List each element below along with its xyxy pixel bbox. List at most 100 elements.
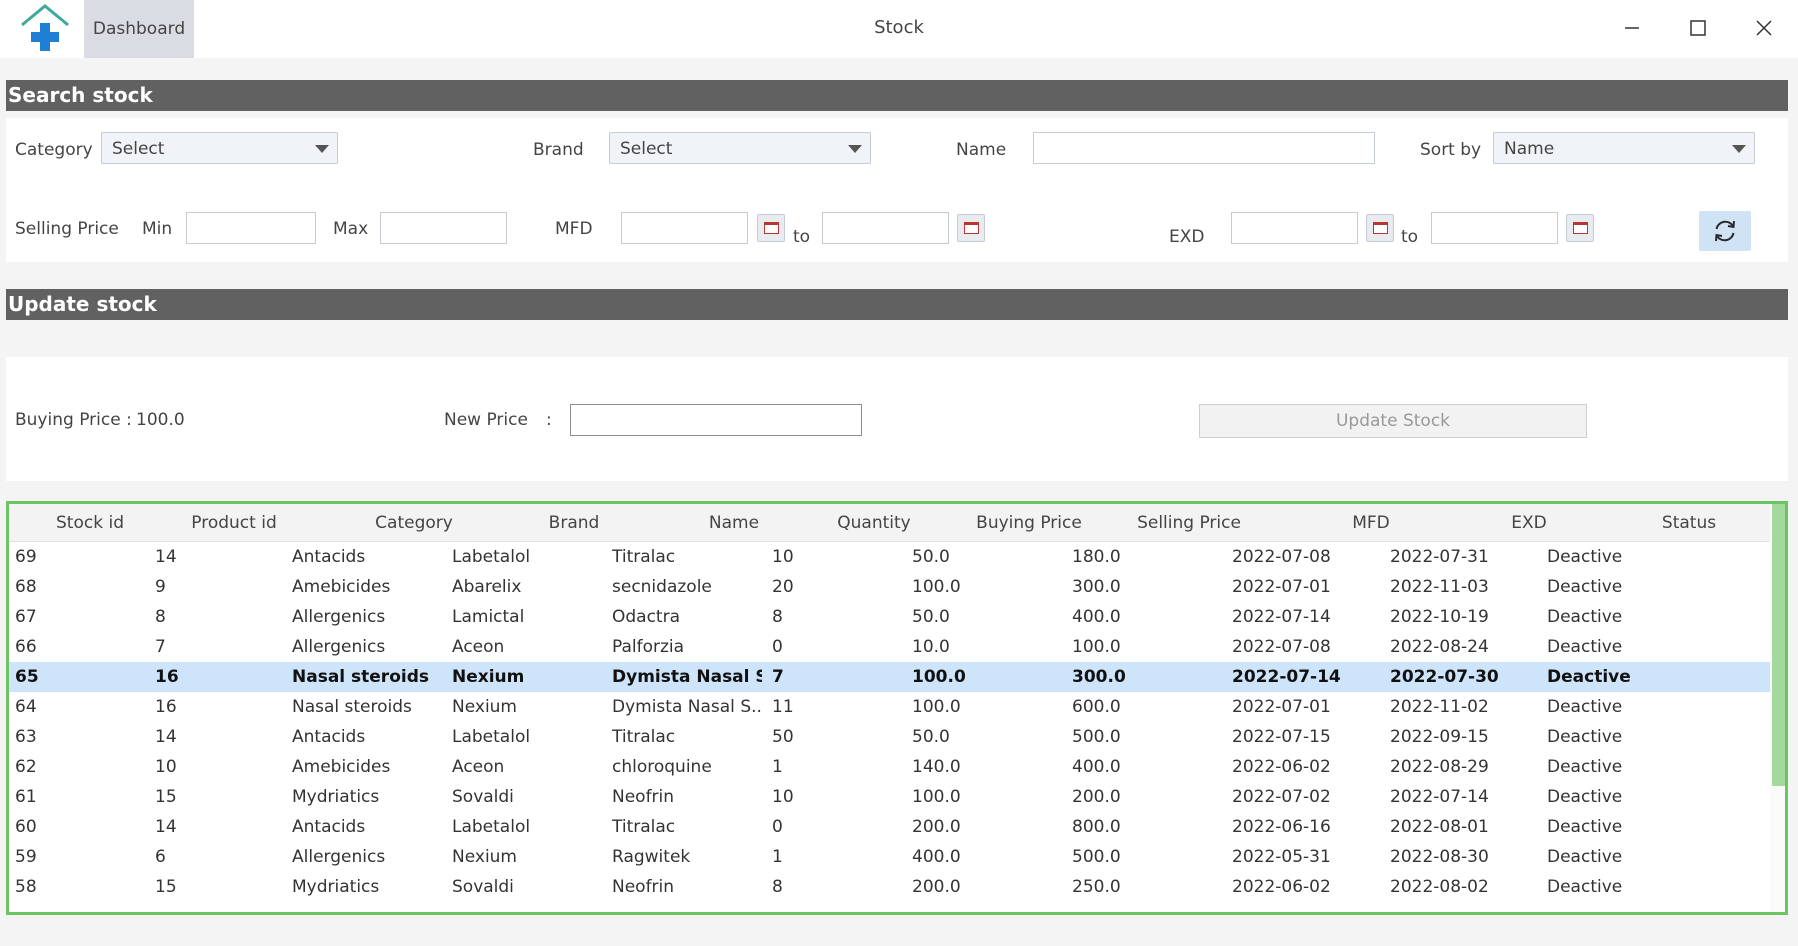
maximize-icon[interactable] bbox=[1680, 12, 1716, 44]
cell-status: Deactive bbox=[1547, 547, 1623, 567]
cell-product-id: 16 bbox=[155, 697, 177, 717]
table-row[interactable]: 64 16 Nasal steroids Nexium Dymista Nasal S.… bbox=[9, 692, 1770, 722]
max-label: Max bbox=[333, 219, 369, 239]
refresh-button[interactable] bbox=[1699, 211, 1751, 251]
dashboard-button[interactable]: Dashboard bbox=[84, 0, 194, 58]
column-header-category[interactable]: Category bbox=[334, 513, 494, 533]
cell-name: Palforzia bbox=[612, 637, 685, 657]
new-price-input[interactable] bbox=[570, 404, 862, 436]
cell-stock-id: 61 bbox=[15, 787, 37, 807]
cell-mfd: 2022-07-15 bbox=[1232, 727, 1331, 747]
cell-name: Ragwitek bbox=[612, 847, 691, 867]
cell-buying-price: 50.0 bbox=[912, 727, 950, 747]
column-header-stock-id[interactable]: Stock id bbox=[10, 513, 170, 533]
table-row[interactable]: 59 6 Allergenics Nexium Ragwitek 1 400.0 500.0 2… bbox=[9, 842, 1770, 872]
scrollbar-thumb[interactable] bbox=[1772, 504, 1785, 786]
search-panel: Category Select Brand Select Name Sort b… bbox=[6, 118, 1788, 262]
mfd-to-label: to bbox=[793, 227, 811, 247]
exd-from-input[interactable] bbox=[1231, 212, 1358, 244]
column-header-quantity[interactable]: Quantity bbox=[794, 513, 954, 533]
cell-quantity: 0 bbox=[772, 637, 783, 657]
table-row[interactable]: 66 7 Allergenics Aceon Palforzia 0 10.0 100.0 20… bbox=[9, 632, 1770, 662]
cell-product-id: 15 bbox=[155, 877, 177, 897]
column-header-buying-price[interactable]: Buying Price bbox=[949, 513, 1109, 533]
minimize-icon[interactable] bbox=[1614, 12, 1650, 44]
cell-selling-price: 500.0 bbox=[1072, 727, 1121, 747]
cell-product-id: 10 bbox=[155, 757, 177, 777]
cell-brand: Labetalol bbox=[452, 547, 531, 567]
brand-select[interactable]: Select bbox=[609, 132, 871, 164]
cell-category: Allergenics bbox=[292, 637, 386, 657]
calendar-icon bbox=[964, 222, 979, 234]
cell-selling-price: 200.0 bbox=[1072, 787, 1121, 807]
cell-status: Deactive bbox=[1547, 607, 1623, 627]
cell-brand: Lamictal bbox=[452, 607, 525, 627]
cell-mfd: 2022-06-02 bbox=[1232, 757, 1331, 777]
update-stock-button[interactable]: Update Stock bbox=[1199, 404, 1587, 438]
cell-buying-price: 100.0 bbox=[912, 787, 961, 807]
min-price-input[interactable] bbox=[186, 212, 316, 244]
cell-category: Nasal steroids bbox=[292, 697, 412, 717]
cell-mfd: 2022-07-14 bbox=[1232, 667, 1341, 687]
table-scrollbar[interactable] bbox=[1770, 504, 1785, 912]
column-header-brand[interactable]: Brand bbox=[494, 513, 654, 533]
table-row[interactable]: 68 9 Amebicides Abarelix secnidazole 20 100.0 3… bbox=[9, 572, 1770, 602]
new-price-colon: : bbox=[546, 410, 552, 430]
column-header-product-id[interactable]: Product id bbox=[154, 513, 314, 533]
column-header-name[interactable]: Name bbox=[654, 513, 814, 533]
calendar-icon bbox=[1573, 222, 1588, 234]
cell-status: Deactive bbox=[1547, 667, 1631, 687]
cell-name: Dymista Nasal S... bbox=[612, 697, 762, 717]
cell-quantity: 10 bbox=[772, 547, 794, 567]
close-icon[interactable] bbox=[1746, 12, 1782, 44]
exd-to-input[interactable] bbox=[1431, 212, 1558, 244]
cell-name: Titralac bbox=[612, 817, 676, 837]
exd-to-calendar-button[interactable] bbox=[1566, 214, 1594, 242]
max-price-input[interactable] bbox=[380, 212, 507, 244]
table-row[interactable]: 60 14 Antacids Labetalol Titralac 0 200.0 800.0… bbox=[9, 812, 1770, 842]
cell-buying-price: 200.0 bbox=[912, 877, 961, 897]
name-search-input[interactable] bbox=[1033, 132, 1375, 164]
cell-exd: 2022-11-02 bbox=[1390, 697, 1489, 717]
table-row[interactable]: 65 16 Nasal steroids Nexium Dymista Nasal S.… bbox=[9, 662, 1770, 692]
category-select[interactable]: Select bbox=[101, 132, 338, 164]
mfd-from-calendar-button[interactable] bbox=[757, 214, 785, 242]
table-row[interactable]: 63 14 Antacids Labetalol Titralac 50 50.0 500.0… bbox=[9, 722, 1770, 752]
cell-quantity: 20 bbox=[772, 577, 794, 597]
cell-quantity: 7 bbox=[772, 667, 784, 687]
new-price-label: New Price bbox=[444, 410, 528, 430]
table-row[interactable]: 69 14 Antacids Labetalol Titralac 10 50.0 180.0… bbox=[9, 542, 1770, 572]
cell-name: Dymista Nasal S... bbox=[612, 667, 762, 687]
category-label: Category bbox=[15, 140, 93, 160]
mfd-label: MFD bbox=[555, 219, 593, 239]
table-row[interactable]: 58 15 Mydriatics Sovaldi Neofrin 8 200.0 250.0 2… bbox=[9, 872, 1770, 902]
cell-selling-price: 180.0 bbox=[1072, 547, 1121, 567]
sortby-select[interactable]: Name bbox=[1493, 132, 1755, 164]
brand-select-value: Select bbox=[620, 139, 673, 159]
cell-status: Deactive bbox=[1547, 697, 1623, 717]
cell-selling-price: 800.0 bbox=[1072, 817, 1121, 837]
cell-category: Mydriatics bbox=[292, 877, 380, 897]
mfd-to-input[interactable] bbox=[822, 212, 949, 244]
cell-mfd: 2022-07-08 bbox=[1232, 637, 1331, 657]
table-row[interactable]: 61 15 Mydriatics Sovaldi Neofrin 10 100.0 200.0… bbox=[9, 782, 1770, 812]
cell-selling-price: 600.0 bbox=[1072, 697, 1121, 717]
column-header-selling-price[interactable]: Selling Price bbox=[1109, 513, 1269, 533]
cell-name: Neofrin bbox=[612, 787, 675, 807]
column-header-mfd[interactable]: MFD bbox=[1291, 513, 1451, 533]
table-row[interactable]: 62 10 Amebicides Aceon chloroquine 1 140.0 400.… bbox=[9, 752, 1770, 782]
cell-buying-price: 200.0 bbox=[912, 817, 961, 837]
table-row[interactable]: 67 8 Allergenics Lamictal Odactra 8 50.0 400.0 2… bbox=[9, 602, 1770, 632]
cell-exd: 2022-08-24 bbox=[1390, 637, 1489, 657]
mfd-to-calendar-button[interactable] bbox=[957, 214, 985, 242]
column-header-status[interactable]: Status bbox=[1609, 513, 1769, 533]
mfd-from-input[interactable] bbox=[621, 212, 748, 244]
chevron-down-icon bbox=[848, 145, 862, 153]
cell-status: Deactive bbox=[1547, 787, 1623, 807]
column-header-exd[interactable]: EXD bbox=[1449, 513, 1609, 533]
exd-from-calendar-button[interactable] bbox=[1366, 214, 1394, 242]
cell-exd: 2022-07-14 bbox=[1390, 787, 1489, 807]
cell-stock-id: 69 bbox=[15, 547, 37, 567]
cell-quantity: 0 bbox=[772, 817, 783, 837]
cell-exd: 2022-10-19 bbox=[1390, 607, 1489, 627]
